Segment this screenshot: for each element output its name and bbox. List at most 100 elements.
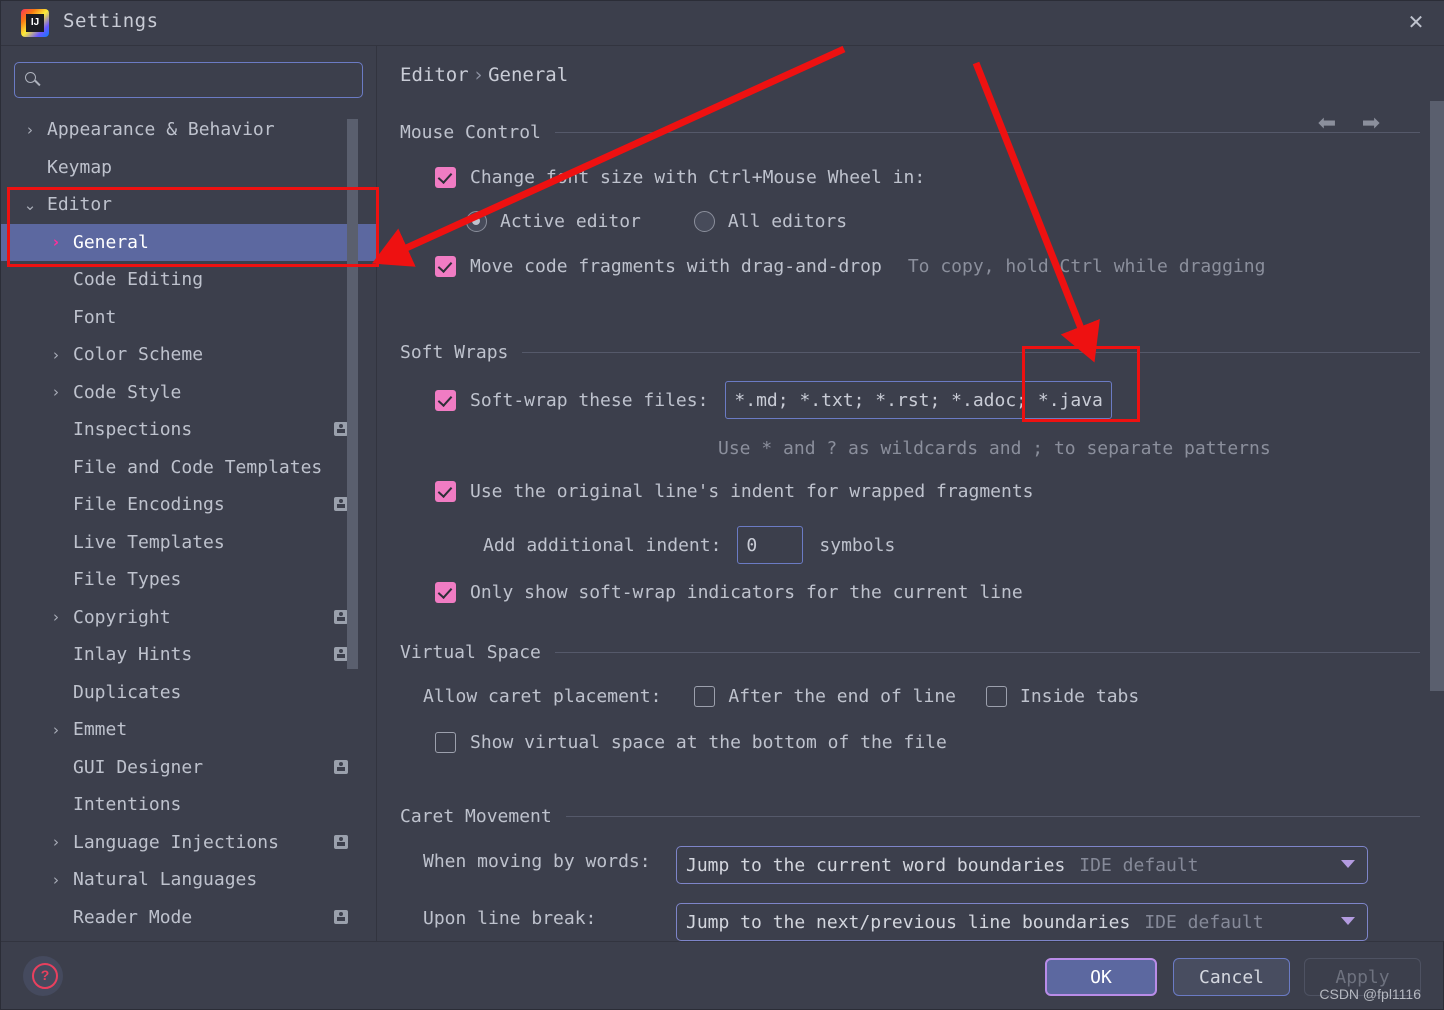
when-moving-by-words-row: When moving by words: [423, 851, 651, 872]
sidebar-item-live-templates[interactable]: Live Templates [1, 524, 376, 562]
chevron-right-icon[interactable]: › [49, 833, 63, 851]
when-moving-by-words-dropdown[interactable]: Jump to the current word boundaries IDE … [676, 846, 1368, 884]
sidebar-item-label: Live Templates [73, 531, 225, 553]
project-level-settings-icon [334, 422, 348, 436]
sidebar-item-label: GUI Designer [73, 756, 204, 778]
move-code-fragments-label: Move code fragments with drag-and-drop [470, 256, 882, 277]
chevron-right-icon[interactable]: › [49, 233, 63, 251]
sidebar-item-duplicates[interactable]: Duplicates [1, 674, 376, 712]
sidebar-item-intentions[interactable]: Intentions [1, 786, 376, 824]
settings-sidebar: › Appearance & Behavior Keymap ⌄ Editor › Gene… [1, 46, 377, 941]
sidebar-item-font[interactable]: Font [1, 299, 376, 337]
search-box[interactable] [14, 62, 363, 98]
upon-line-break-value: Jump to the next/previous line boundarie… [686, 911, 1131, 933]
chevron-right-icon[interactable]: › [49, 383, 63, 401]
search-input[interactable] [49, 63, 339, 97]
sidebar-scrollbar-track[interactable] [347, 46, 367, 941]
chevron-down-icon[interactable]: ⌄ [23, 196, 37, 214]
cancel-button[interactable]: Cancel [1173, 958, 1290, 996]
allow-caret-placement-row: Allow caret placement: After the end of … [423, 686, 1139, 707]
sidebar-item-code-editing[interactable]: Code Editing [1, 261, 376, 299]
chevron-right-icon[interactable]: › [49, 721, 63, 739]
section-header-soft-wraps: Soft Wraps [400, 342, 1420, 363]
sidebar-item-inspections[interactable]: Inspections [1, 411, 376, 449]
move-code-fragments-hint: To copy, hold Ctrl while dragging [907, 256, 1266, 277]
upon-line-break-label: Upon line break: [423, 908, 597, 929]
sidebar-item-gui-designer[interactable]: GUI Designer [1, 749, 376, 787]
sidebar-scrollbar-thumb[interactable] [347, 119, 358, 669]
only-show-indicators-row: Only show soft-wrap indicators for the c… [435, 582, 1023, 603]
project-level-settings-icon [334, 497, 348, 511]
project-level-settings-icon [334, 609, 348, 624]
soft-wrap-files-input[interactable] [725, 381, 1113, 419]
chevron-right-icon[interactable]: › [23, 121, 37, 139]
sidebar-item-general[interactable]: › General [1, 223, 376, 261]
radio-active-editor[interactable] [466, 211, 487, 232]
sidebar-item-color-scheme[interactable]: › Color Scheme [1, 336, 376, 374]
move-code-fragments-row: Move code fragments with drag-and-drop T… [435, 256, 1265, 277]
sidebar-item-label: Language Injections [73, 831, 279, 853]
soft-wrap-files-row: Soft-wrap these files: [435, 381, 1113, 419]
change-font-size-label: Change font size with Ctrl+Mouse Wheel i… [470, 167, 926, 188]
section-title-virtual-space: Virtual Space [400, 642, 541, 663]
sidebar-item-copyright[interactable]: › Copyright [1, 599, 376, 637]
radio-all-editors-label: All editors [727, 211, 848, 232]
sidebar-item-file-encodings[interactable]: File Encodings [1, 486, 376, 524]
sidebar-item-label: Emmet [73, 719, 128, 741]
sidebar-item-appearance-behavior[interactable]: › Appearance & Behavior [1, 111, 376, 149]
only-show-indicators-checkbox[interactable] [435, 582, 456, 603]
dialog-footer: OK Cancel Apply CSDN @fpl1116 [1, 941, 1443, 1009]
sidebar-item-label: Keymap [47, 156, 113, 178]
upon-line-break-row: Upon line break: [423, 908, 596, 929]
sidebar-item-label: Inspections [73, 419, 193, 441]
upon-line-break-dropdown[interactable]: Jump to the next/previous line boundarie… [676, 903, 1368, 941]
sidebar-item-inlay-hints[interactable]: Inlay Hints [1, 636, 376, 674]
original-indent-checkbox[interactable] [435, 481, 456, 502]
sidebar-item-file-types[interactable]: File Types [1, 561, 376, 599]
chevron-down-icon[interactable] [1341, 917, 1355, 925]
section-title-soft-wraps: Soft Wraps [400, 342, 509, 363]
after-end-of-line-label: After the end of line [728, 686, 956, 707]
soft-wrap-files-checkbox[interactable] [435, 389, 456, 411]
sidebar-item-keymap[interactable]: Keymap [1, 149, 376, 187]
inside-tabs-checkbox[interactable] [986, 686, 1007, 707]
additional-indent-input[interactable] [737, 526, 804, 564]
breadcrumb-current: General [488, 64, 569, 86]
section-title-mouse-control: Mouse Control [400, 122, 541, 143]
sidebar-item-language-injections[interactable]: › Language Injections [1, 824, 376, 862]
sidebar-item-label: File and Code Templates [73, 456, 323, 478]
sidebar-item-file-and-code-templates[interactable]: File and Code Templates [1, 449, 376, 487]
chevron-right-icon[interactable]: › [49, 608, 63, 626]
section-header-mouse-control: Mouse Control [400, 122, 1420, 143]
project-level-settings-icon [334, 759, 348, 774]
chevron-down-icon[interactable] [1341, 860, 1355, 868]
project-level-settings-icon [334, 834, 348, 849]
sidebar-item-editor[interactable]: ⌄ Editor [1, 186, 376, 224]
section-rule [554, 132, 1420, 133]
breadcrumb-parent[interactable]: Editor [400, 64, 469, 86]
help-question-icon[interactable] [23, 956, 63, 996]
change-font-size-checkbox[interactable] [435, 167, 456, 188]
chevron-right-icon[interactable]: › [49, 871, 63, 889]
move-code-fragments-checkbox[interactable] [435, 256, 456, 277]
sidebar-item-reader-mode[interactable]: Reader Mode [1, 899, 376, 937]
show-virtual-space-checkbox[interactable] [435, 732, 456, 753]
sidebar-item-label: Copyright [73, 606, 171, 628]
additional-indent-label: Add additional indent: [483, 534, 722, 556]
change-font-size-row: Change font size with Ctrl+Mouse Wheel i… [435, 167, 925, 188]
sidebar-item-emmet[interactable]: › Emmet [1, 711, 376, 749]
close-icon[interactable]: ✕ [1399, 8, 1433, 38]
ok-button[interactable]: OK [1045, 958, 1157, 996]
sidebar-item-label: Appearance & Behavior [47, 119, 275, 141]
section-rule [522, 352, 1420, 353]
after-end-of-line-checkbox[interactable] [694, 686, 716, 707]
chevron-right-icon[interactable]: › [49, 346, 63, 364]
sidebar-item-natural-languages[interactable]: › Natural Languages [1, 861, 376, 899]
section-title-caret-movement: Caret Movement [400, 806, 552, 827]
sidebar-item-code-style[interactable]: › Code Style [1, 374, 376, 412]
radio-all-editors[interactable] [693, 211, 715, 232]
search-container [1, 46, 376, 98]
original-indent-label: Use the original line's indent for wrapp… [470, 481, 1034, 502]
main-scrollbar-thumb[interactable] [1430, 101, 1444, 691]
when-moving-by-words-default: IDE default [1079, 854, 1199, 876]
